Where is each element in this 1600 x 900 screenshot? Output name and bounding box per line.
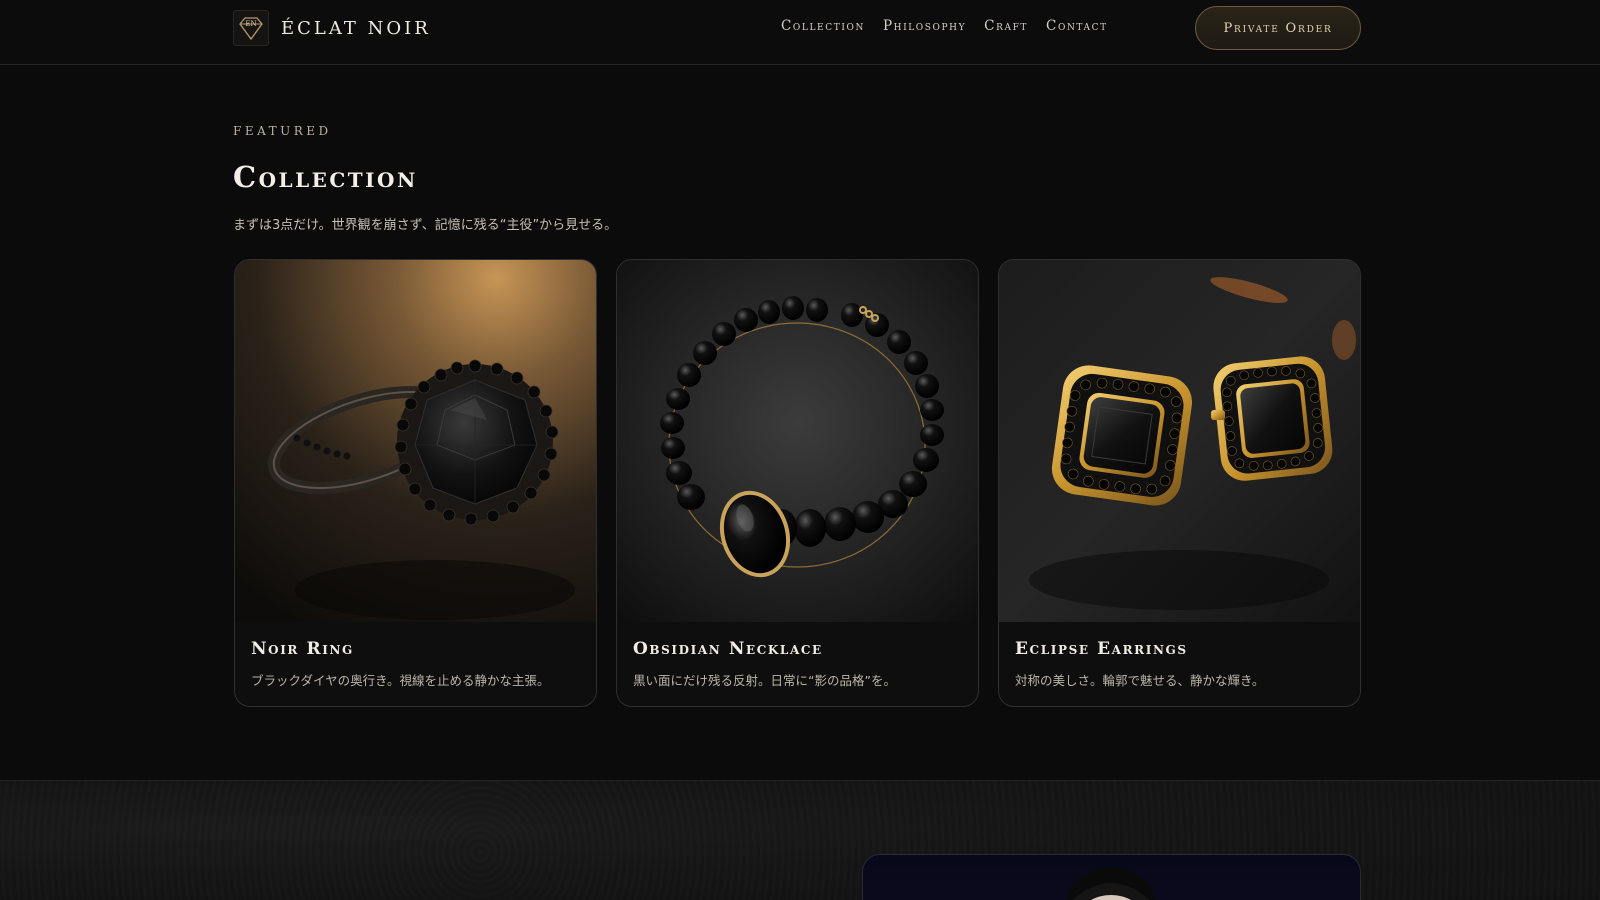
necklace-image [617, 260, 978, 622]
ring-image [235, 260, 596, 622]
portrait-image [862, 854, 1361, 900]
svg-text:EN: EN [245, 20, 256, 28]
earrings-image [999, 260, 1360, 622]
product-card-obsidian-necklace[interactable]: Obsidian Necklace 黒い面にだけ残る反射。日常に“影の品格”を。 [616, 259, 979, 707]
nav-contact[interactable]: Contact [1046, 18, 1108, 34]
product-card-noir-ring[interactable]: Noir Ring ブラックダイヤの奥行き。視線を止める静かな主張。 [234, 259, 597, 707]
product-card-eclipse-earrings[interactable]: Eclipse Earrings 対称の美しさ。輪郭で魅せる、静かな輝き。 [998, 259, 1361, 707]
section-title: Collection [233, 160, 418, 194]
main-nav: Collection Philosophy Craft Contact [781, 18, 1108, 34]
section-subtitle: まずは3点だけ。世界観を崩さず、記憶に残る“主役”から見せる。 [233, 218, 618, 233]
card-title: Noir Ring [251, 639, 354, 659]
brand[interactable]: EN ÉCLAT NOIR [233, 10, 431, 46]
nav-collection[interactable]: Collection [781, 18, 865, 34]
brand-name: ÉCLAT NOIR [281, 17, 431, 39]
collection-cards: Noir Ring ブラックダイヤの奥行き。視線を止める静かな主張。 Obsid… [234, 259, 1361, 707]
card-description: ブラックダイヤの奥行き。視線を止める静かな主張。 [251, 673, 550, 688]
nav-craft[interactable]: Craft [984, 18, 1028, 34]
card-title: Eclipse Earrings [1015, 639, 1188, 659]
diamond-logo-icon: EN [233, 10, 269, 46]
section-eyebrow: FEATURED [233, 124, 332, 138]
nav-philosophy[interactable]: Philosophy [883, 18, 966, 34]
site-header: EN ÉCLAT NOIR Collection Philosophy Craf… [0, 0, 1600, 65]
card-description: 対称の美しさ。輪郭で魅せる、静かな輝き。 [1015, 673, 1265, 688]
card-description: 黒い面にだけ残る反射。日常に“影の品格”を。 [633, 673, 896, 688]
private-order-button[interactable]: Private Order [1195, 6, 1361, 50]
card-title: Obsidian Necklace [633, 639, 823, 659]
